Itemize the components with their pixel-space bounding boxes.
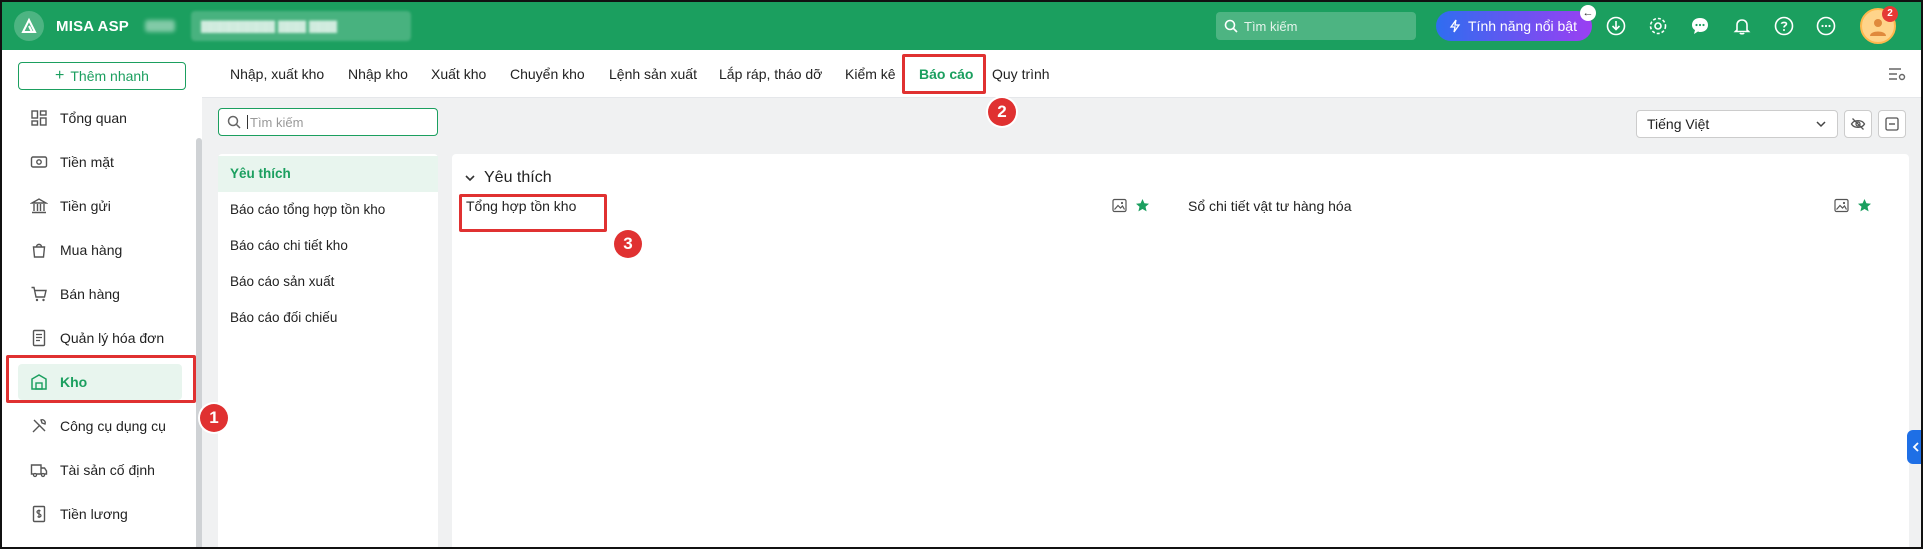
sidebar-item-label: Bán hàng xyxy=(60,286,120,302)
sidebar-item-label: Công cụ dụng cụ xyxy=(60,418,166,434)
sidebar-item-purchase[interactable]: Mua hàng xyxy=(18,232,182,268)
search-icon xyxy=(227,115,241,129)
plus-icon: + xyxy=(55,67,65,84)
global-search-placeholder: Tìm kiếm xyxy=(1244,18,1298,34)
hide-icon-button[interactable] xyxy=(1844,110,1872,138)
tab-inventory-check[interactable]: Kiểm kê xyxy=(845,50,896,98)
tab-production-order[interactable]: Lệnh sản xuất xyxy=(609,50,697,98)
collapse-all-button[interactable] xyxy=(1878,110,1906,138)
download-icon[interactable] xyxy=(1605,15,1627,37)
app-logo-icon[interactable] xyxy=(14,11,44,41)
step-marker-1: 1 xyxy=(200,404,228,432)
global-search-input[interactable]: Tìm kiếm xyxy=(1216,12,1416,40)
gear-icon[interactable] xyxy=(1647,15,1669,37)
company-name-redacted xyxy=(145,20,175,32)
sidebar-item-label: Tổng quan xyxy=(60,110,127,126)
featured-features-button[interactable]: Tính năng nổi bật xyxy=(1436,11,1592,41)
category-item[interactable]: Yêu thích xyxy=(218,156,438,192)
tab-transfer[interactable]: Chuyển kho xyxy=(510,50,585,98)
top-bar: MISA ASP ▇▇▇▇▇▇▇▇ ▇▇▇ ▇▇▇ Tìm kiếm Tính … xyxy=(2,2,1921,50)
lightning-icon xyxy=(1449,19,1461,33)
report-category-list: Yêu thích Báo cáo tổng hợp tồn kho Báo c… xyxy=(218,154,438,547)
report-item-material-detail[interactable]: Sổ chi tiết vật tư hàng hóa xyxy=(1188,190,1351,222)
eye-off-icon xyxy=(1850,118,1866,130)
category-item[interactable]: Báo cáo chi tiết kho xyxy=(218,228,438,264)
report-search-placeholder: Tìm kiếm xyxy=(250,114,304,130)
highlight-box-reports-tab xyxy=(902,54,986,94)
image-preview-icon[interactable] xyxy=(1112,198,1127,213)
category-item[interactable]: Báo cáo tổng hợp tồn kho xyxy=(218,192,438,228)
report-list-panel: Yêu thích Tổng hợp tồn kho Sổ chi tiết v… xyxy=(452,154,1909,547)
sidebar-item-label: Quản lý hóa đơn xyxy=(60,330,165,346)
star-icon[interactable] xyxy=(1857,198,1872,213)
sidebar-item-label: Tiền gửi xyxy=(60,198,111,214)
main-content: Nhập, xuất kho Nhập kho Xuất kho Chuyển … xyxy=(202,50,1921,547)
bell-icon[interactable] xyxy=(1731,15,1753,37)
search-icon xyxy=(1224,19,1238,33)
invoice-icon xyxy=(32,329,46,347)
sidebar-item-label: Tài sản cố định xyxy=(60,462,155,478)
collapse-icon xyxy=(1885,117,1899,131)
quick-add-label: Thêm nhanh xyxy=(70,68,149,84)
chevron-down-icon xyxy=(465,175,475,182)
report-item-actions xyxy=(1104,198,1150,213)
chevron-left-icon xyxy=(1912,442,1919,452)
report-group-header[interactable]: Yêu thích xyxy=(464,166,552,190)
highlight-box-warehouse xyxy=(6,355,196,403)
sidebar-item-salary[interactable]: Tiền lương xyxy=(18,496,182,532)
tab-settings-icon[interactable] xyxy=(1887,64,1907,87)
tools-icon xyxy=(32,419,46,433)
sidebar-item-invoice[interactable]: Quản lý hóa đơn xyxy=(18,320,182,356)
image-preview-icon[interactable] xyxy=(1834,198,1849,213)
quick-add-button[interactable]: + Thêm nhanh xyxy=(18,62,186,90)
category-item[interactable]: Báo cáo đối chiếu xyxy=(218,300,438,336)
tab-import-export[interactable]: Nhập, xuất kho xyxy=(230,50,324,98)
tab-import[interactable]: Nhập kho xyxy=(348,50,408,98)
dashboard-icon xyxy=(31,110,47,126)
report-item-actions xyxy=(1826,198,1872,213)
language-value: Tiếng Việt xyxy=(1647,116,1710,132)
featured-features-label: Tính năng nổi bật xyxy=(1468,18,1577,34)
text-caret xyxy=(247,115,248,129)
sidebar: + Thêm nhanh Tổng quan Tiền mặt Tiền gửi… xyxy=(2,50,202,547)
sidebar-item-deposit[interactable]: Tiền gửi xyxy=(18,188,182,224)
report-group-title: Yêu thích xyxy=(484,169,552,186)
tab-export[interactable]: Xuất kho xyxy=(431,50,486,98)
truck-icon xyxy=(30,464,48,478)
language-select[interactable]: Tiếng Việt xyxy=(1636,110,1838,138)
more-icon[interactable] xyxy=(1815,15,1837,37)
cart-icon xyxy=(31,286,47,302)
report-search-input[interactable]: Tìm kiếm xyxy=(218,108,438,136)
bank-icon xyxy=(30,198,48,214)
sidebar-item-sales[interactable]: Bán hàng xyxy=(18,276,182,312)
salary-icon xyxy=(32,505,46,523)
cash-icon xyxy=(30,156,48,168)
step-marker-2: 2 xyxy=(988,98,1016,126)
sidebar-item-label: Tiền lương xyxy=(60,506,128,522)
notification-badge: 2 xyxy=(1882,6,1898,22)
shopping-bag-icon xyxy=(32,243,46,258)
sidebar-item-cash[interactable]: Tiền mặt xyxy=(18,144,182,180)
star-icon[interactable] xyxy=(1135,198,1150,213)
chevron-down-icon xyxy=(1816,121,1826,128)
tab-process[interactable]: Quy trình xyxy=(992,50,1050,98)
panel-expand-toggle[interactable] xyxy=(1907,430,1921,464)
collapse-arrow-icon[interactable]: ← xyxy=(1580,5,1596,21)
sidebar-item-fixed-assets[interactable]: Tài sản cố định xyxy=(18,452,182,488)
database-selector[interactable]: ▇▇▇▇▇▇▇▇ ▇▇▇ ▇▇▇ xyxy=(191,11,411,41)
tab-assembly[interactable]: Lắp ráp, tháo dỡ xyxy=(719,50,822,98)
app-name: MISA ASP xyxy=(56,17,129,35)
chat-icon[interactable] xyxy=(1689,15,1711,37)
highlight-box-inventory-summary xyxy=(459,194,607,232)
sidebar-item-overview[interactable]: Tổng quan xyxy=(18,100,182,136)
sidebar-item-label: Mua hàng xyxy=(60,242,123,258)
report-item-label: Sổ chi tiết vật tư hàng hóa xyxy=(1188,198,1352,214)
category-item[interactable]: Báo cáo sản xuất xyxy=(218,264,438,300)
help-icon[interactable] xyxy=(1773,15,1795,37)
module-tabs: Nhập, xuất kho Nhập kho Xuất kho Chuyển … xyxy=(202,50,1921,98)
sidebar-item-label: Tiền mặt xyxy=(60,154,114,170)
app-window: MISA ASP ▇▇▇▇▇▇▇▇ ▇▇▇ ▇▇▇ Tìm kiếm Tính … xyxy=(0,0,1923,549)
sidebar-item-tools[interactable]: Công cụ dụng cụ xyxy=(18,408,182,444)
step-marker-3: 3 xyxy=(614,230,642,258)
